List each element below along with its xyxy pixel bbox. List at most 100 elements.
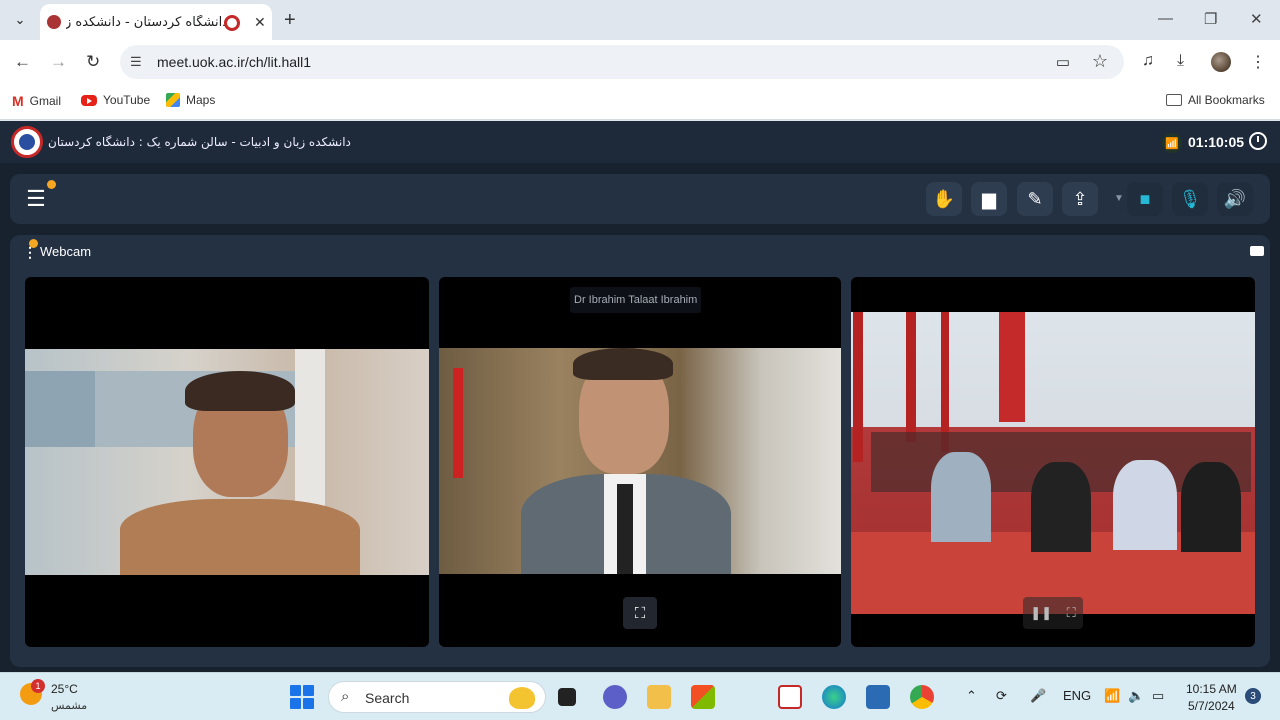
search-highlight-icon — [509, 687, 535, 709]
browser-tab[interactable]: ✕ دانشگاه کردستان - دانشکده ز — [40, 4, 272, 40]
browser-toolbar: ← → ↻ ☰ meet.uok.ac.ir/ch/lit.hall1 ▭ ☆ … — [0, 40, 1280, 84]
fullscreen-button[interactable]: ⛶ — [623, 597, 657, 629]
weather-badge: 1 — [31, 679, 45, 693]
sync-icon[interactable]: ⟳ — [996, 688, 1007, 704]
edge-icon[interactable] — [822, 685, 846, 709]
room-title: دانشکده زبان و ادبیات - سالن شماره یک : … — [48, 135, 351, 149]
hand-icon: ✋ — [932, 188, 956, 209]
minimize-icon[interactable]: — — [1158, 10, 1173, 27]
control-bar: ☰ ✋ ▆ ✎ ⇪ ▼ ■ 🎙 🔊 — [10, 174, 1270, 224]
video-tile-1[interactable] — [25, 277, 429, 647]
snipping-tool-icon[interactable] — [778, 685, 802, 709]
restore-icon[interactable]: ❐ — [1204, 10, 1217, 28]
video-tile-3[interactable]: ❚❚ ⛶ — [851, 277, 1255, 647]
briefcase-icon: ▆ — [982, 188, 996, 209]
profile-avatar[interactable] — [1211, 52, 1231, 72]
tab-favicon-icon — [47, 15, 61, 29]
tab-title: دانشگاه کردستان - دانشکده ز — [66, 14, 228, 30]
notification-count[interactable]: 3 — [1245, 688, 1261, 704]
screen-share-icon: ⇪ — [1072, 188, 1088, 209]
download-icon[interactable]: ⤓ — [1177, 52, 1184, 70]
speaker-button[interactable]: 🔊 — [1217, 182, 1253, 216]
tab-search-button[interactable]: ⌄ — [6, 6, 34, 34]
bookmark-gmail[interactable]: M Gmail — [12, 93, 61, 109]
all-bookmarks[interactable]: All Bookmarks — [1166, 93, 1265, 107]
panel-notification-dot — [29, 239, 38, 248]
menu-button[interactable]: ☰ — [20, 183, 52, 215]
files-button[interactable]: ▆ — [971, 182, 1007, 216]
camera-options-caret[interactable]: ▼ — [1114, 193, 1124, 204]
task-view-icon[interactable] — [558, 688, 576, 706]
video-controls: ❚❚ ⛶ — [1023, 597, 1083, 629]
weather-condition[interactable]: مشمس — [51, 699, 87, 712]
close-window-icon[interactable]: ✕ — [1250, 10, 1263, 28]
microphone-icon: 🎙 — [1178, 188, 1202, 209]
microphone-button[interactable]: 🎙 — [1172, 182, 1208, 216]
session-timer: 01:10:05 — [1188, 134, 1245, 150]
reload-icon[interactable]: ↻ — [86, 52, 100, 72]
battery-icon[interactable]: ▭ — [1152, 688, 1164, 704]
camera-in-use-icon[interactable]: ▭ — [1056, 53, 1070, 71]
remote-desktop-icon[interactable] — [866, 685, 890, 709]
chrome-icon[interactable] — [910, 685, 934, 709]
back-icon[interactable]: ← — [14, 52, 31, 72]
meeting-app: دانشکده زبان و ادبیات - سالن شماره یک : … — [0, 121, 1280, 672]
raise-hand-button[interactable]: ✋ — [926, 182, 962, 216]
participant-video-3 — [851, 312, 1255, 614]
address-bar[interactable]: ☰ meet.uok.ac.ir/ch/lit.hall1 ▭ ☆ — [120, 45, 1124, 79]
weather-temp[interactable]: 25°C — [51, 682, 78, 696]
tab-strip: ⌄ ✕ دانشگاه کردستان - دانشکده ز + — ❐ ✕ — [0, 0, 1280, 40]
search-icon: ⌕ — [341, 688, 350, 705]
webcam-panel: ⋮ Webcam Dr Ibrahim Talaat Ibrahim ⛶ ❚❚ … — [10, 235, 1270, 667]
app-header: دانشکده زبان و ادبیات - سالن شماره یک : … — [0, 121, 1280, 163]
media-control-icon[interactable]: ♫ — [1142, 52, 1154, 70]
bookmark-maps[interactable]: Maps — [166, 93, 215, 107]
participant-video-1 — [25, 349, 429, 575]
clock-time[interactable]: 10:15 AM — [1186, 682, 1237, 696]
start-button[interactable] — [290, 685, 314, 709]
gmail-icon: M — [12, 93, 24, 109]
fullscreen-icon[interactable]: ⛶ — [1067, 605, 1076, 621]
kebab-menu-icon[interactable]: ⋮ — [1250, 52, 1266, 72]
file-explorer-icon[interactable] — [647, 685, 671, 709]
forward-icon[interactable]: → — [50, 52, 67, 72]
connection-signal-icon: 📶 — [1162, 133, 1182, 153]
input-language[interactable]: ENG — [1063, 688, 1091, 703]
university-logo — [11, 126, 43, 158]
volume-icon[interactable]: 🔈 — [1128, 688, 1144, 704]
menu-notification-dot — [47, 180, 56, 189]
chevron-down-icon: ⌄ — [14, 12, 26, 27]
brush-icon: ✎ — [1027, 188, 1043, 209]
clock-date[interactable]: 5/7/2024 — [1188, 699, 1235, 713]
share-screen-button[interactable]: ⇪ — [1062, 182, 1098, 216]
new-tab-button[interactable]: + — [284, 9, 296, 32]
microphone-tray-icon[interactable]: 🎤 — [1030, 688, 1046, 704]
participant-video-2 — [439, 348, 841, 574]
fullscreen-icon: ⛶ — [634, 604, 646, 622]
video-camera-icon: ■ — [1139, 188, 1151, 209]
teams-chat-icon[interactable] — [603, 685, 627, 709]
show-hidden-icons[interactable]: ⌃ — [966, 688, 977, 704]
site-info-icon[interactable]: ☰ — [130, 54, 142, 70]
camera-button[interactable]: ■ — [1127, 182, 1163, 216]
wifi-icon[interactable]: 📶 — [1104, 688, 1120, 704]
store-icon[interactable] — [691, 685, 715, 709]
whiteboard-button[interactable]: ✎ — [1017, 182, 1053, 216]
hamburger-icon: ☰ — [26, 186, 46, 211]
recording-icon — [224, 15, 240, 31]
close-tab-icon[interactable]: ✕ — [254, 14, 266, 31]
taskbar-search[interactable]: ⌕ Search — [328, 681, 546, 713]
bookmark-youtube[interactable]: YouTube — [81, 93, 150, 107]
windows-taskbar: 1 25°C مشمس ⌕ Search ⌃ ⟳ 🎤 ENG 📶 🔈 ▭ 10:… — [0, 672, 1280, 720]
url-text[interactable]: meet.uok.ac.ir/ch/lit.hall1 — [157, 54, 311, 70]
panel-camera-icon[interactable] — [1250, 246, 1264, 256]
pause-icon[interactable]: ❚❚ — [1030, 605, 1052, 621]
participant-name-tag: Dr Ibrahim Talaat Ibrahim — [570, 287, 702, 313]
search-label: Search — [365, 690, 410, 706]
bookmarks-bar: M Gmail YouTube Maps All Bookmarks — [0, 84, 1280, 120]
video-tile-2[interactable]: Dr Ibrahim Talaat Ibrahim ⛶ — [439, 277, 841, 647]
maps-icon — [166, 93, 180, 107]
panel-title: Webcam — [40, 244, 92, 259]
bookmark-star-icon[interactable]: ☆ — [1092, 51, 1108, 72]
speaker-icon: 🔊 — [1223, 188, 1247, 209]
